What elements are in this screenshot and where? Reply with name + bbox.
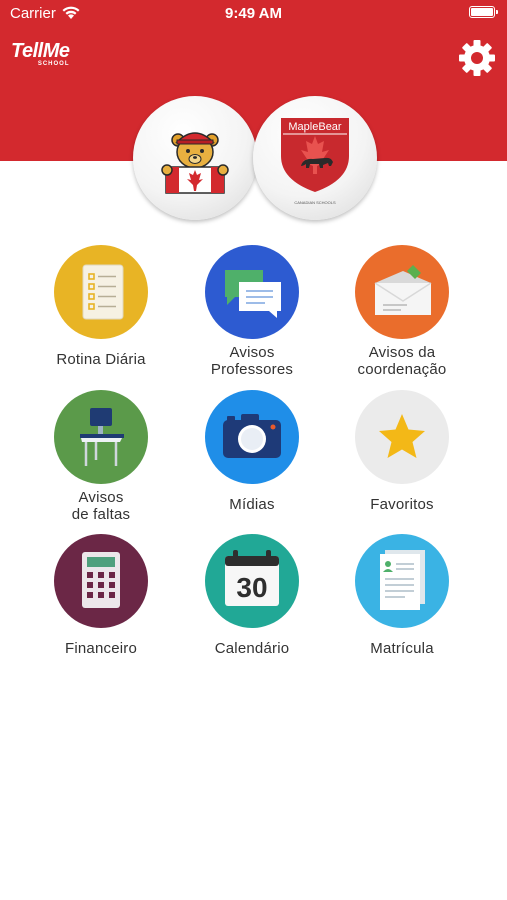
camera-icon: [223, 414, 281, 458]
checklist-icon: [82, 264, 124, 320]
battery-icon: [469, 6, 498, 18]
star-icon: [379, 414, 425, 458]
school-logos: MapleBear CANADIAN SCHOOLS: [133, 96, 378, 220]
menu-label: Avisos Professores: [210, 344, 294, 378]
settings-button[interactable]: [457, 38, 497, 78]
rotina-diaria-circle: [54, 245, 148, 339]
menu-label: Mídias: [229, 496, 275, 513]
school-logo-left[interactable]: [133, 96, 257, 220]
school-logo-caption: CANADIAN SCHOOLS: [294, 200, 336, 205]
maple-bear-school-logo-icon: MapleBear CANADIAN SCHOOLS: [281, 118, 349, 205]
financeiro-circle: [54, 534, 148, 628]
calendar-day: 30: [236, 572, 267, 603]
calendar-icon: 30: [225, 550, 279, 606]
calculator-icon: [82, 552, 120, 608]
status-bar: Carrier 9:49 AM: [0, 0, 507, 28]
matricula-circle: [355, 534, 449, 628]
menu-label: Calendário: [214, 640, 290, 657]
school-desk-icon: [80, 408, 124, 466]
menu-label: Matrícula: [370, 640, 434, 657]
envelope-icon: [374, 265, 432, 315]
avisos-professores-circle: [205, 245, 299, 339]
midias-circle: [205, 390, 299, 484]
school-logo-text: MapleBear: [288, 121, 342, 133]
menu-label: Favoritos: [370, 496, 434, 513]
menu-label: Avisos de faltas: [71, 489, 131, 523]
clock: 9:49 AM: [225, 5, 282, 22]
menu-label: Avisos da coordenação: [357, 344, 447, 378]
school-logo-right[interactable]: MapleBear CANADIAN SCHOOLS: [253, 96, 377, 220]
favoritos-circle: [355, 390, 449, 484]
enrollment-form-icon: [380, 550, 425, 610]
calendario-circle: 30: [205, 534, 299, 628]
maple-bear-mascot-icon: [161, 132, 229, 194]
avisos-de-faltas-circle: [54, 390, 148, 484]
avisos-coordenacao-circle: [355, 245, 449, 339]
menu-label: Rotina Diária: [56, 351, 146, 368]
menu-label: Financeiro: [64, 640, 138, 657]
logo-main-text: TellMe: [11, 40, 70, 62]
chat-bubbles-icon: [225, 270, 281, 318]
gear-icon: [459, 40, 495, 76]
app-logo: TellMe SCHOOL: [11, 40, 70, 67]
